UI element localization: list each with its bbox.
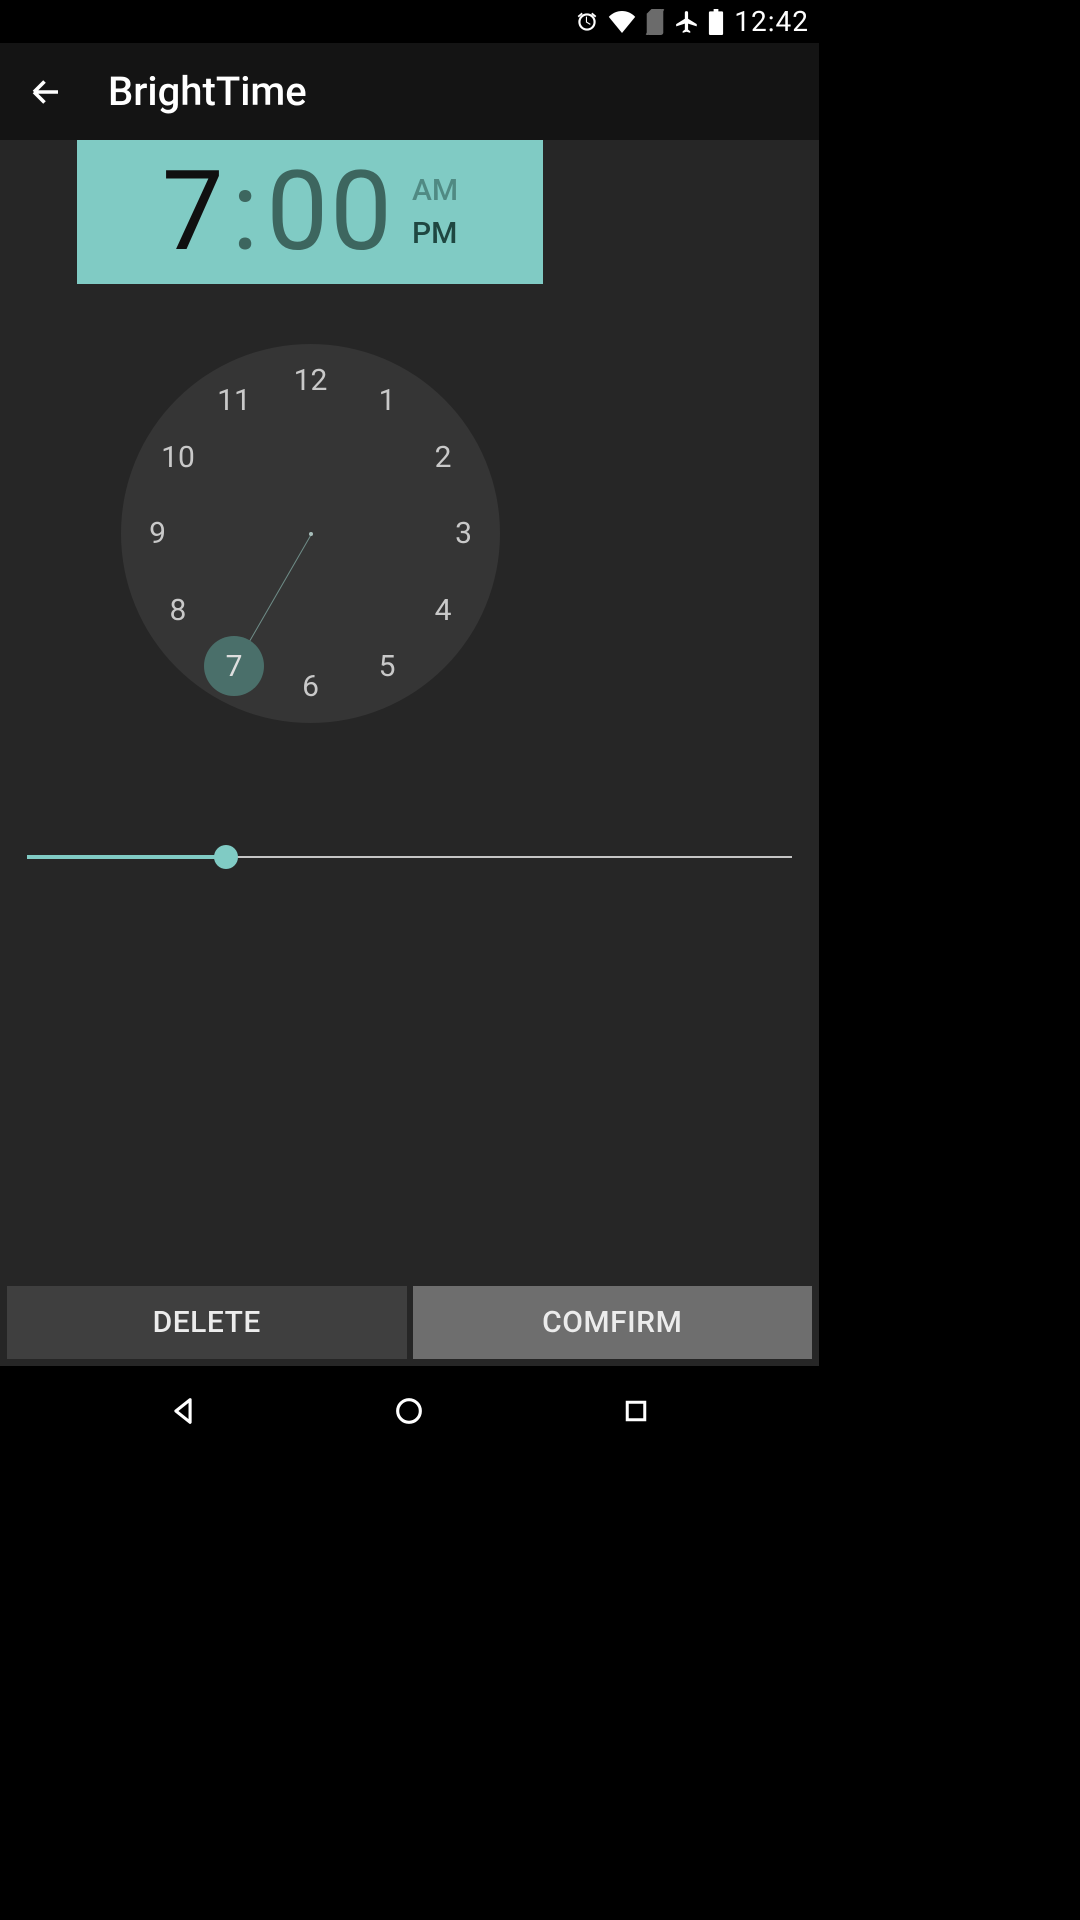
analog-clock[interactable]: 12 12 3 45678 9 1011: [121, 344, 500, 723]
clock-hour-11[interactable]: 11: [211, 378, 257, 424]
time-colon: :: [224, 157, 267, 267]
no-sim-icon: [644, 9, 666, 35]
clock-hour-10[interactable]: 10: [155, 434, 201, 480]
delete-button[interactable]: DELETE: [7, 1286, 407, 1359]
android-nav-bar: [0, 1366, 819, 1456]
clock-hour-3[interactable]: 3: [441, 511, 487, 557]
minute-display[interactable]: 00: [266, 157, 394, 267]
clock-hour-7[interactable]: 7: [204, 636, 264, 696]
slider-track-active: [27, 855, 226, 859]
clock-hour-8[interactable]: 8: [155, 587, 201, 633]
app-bar: BrightTime: [0, 43, 819, 140]
clock-hour-9[interactable]: 9: [135, 511, 181, 557]
nav-recent-button[interactable]: [612, 1387, 660, 1435]
page-title: BrightTime: [108, 68, 307, 115]
slider-thumb[interactable]: [214, 845, 238, 869]
nav-back-button[interactable]: [159, 1387, 207, 1435]
clock-hour-2[interactable]: 2: [420, 434, 466, 480]
airplane-icon: [674, 9, 700, 35]
clock-hour-1[interactable]: 1: [364, 378, 410, 424]
clock-face: 12 12 3 45678 9 1011: [121, 344, 500, 723]
back-button[interactable]: [24, 70, 68, 114]
battery-icon: [708, 9, 724, 35]
am-toggle[interactable]: AM: [412, 169, 458, 213]
clock-hour-5[interactable]: 5: [364, 643, 410, 689]
content-area: 7 : 00 AM PM 121234567891011 DELETE COMF…: [0, 140, 819, 1366]
status-time: 12:42: [732, 5, 809, 38]
hour-display[interactable]: 7: [162, 157, 224, 267]
button-row: DELETE COMFIRM: [7, 1286, 812, 1359]
status-bar: 12:42: [0, 0, 819, 43]
brightness-slider[interactable]: [27, 847, 792, 867]
confirm-button[interactable]: COMFIRM: [413, 1286, 813, 1359]
nav-home-button[interactable]: [385, 1387, 433, 1435]
clock-hour-4[interactable]: 4: [420, 587, 466, 633]
digital-time-panel: 7 : 00 AM PM: [77, 140, 543, 284]
clock-hour-12[interactable]: 12: [288, 358, 334, 404]
pm-toggle[interactable]: PM: [412, 212, 458, 256]
alarm-icon: [574, 9, 600, 35]
wifi-icon: [608, 11, 636, 33]
clock-hour-6[interactable]: 6: [288, 664, 334, 710]
clock-center: [309, 532, 313, 536]
